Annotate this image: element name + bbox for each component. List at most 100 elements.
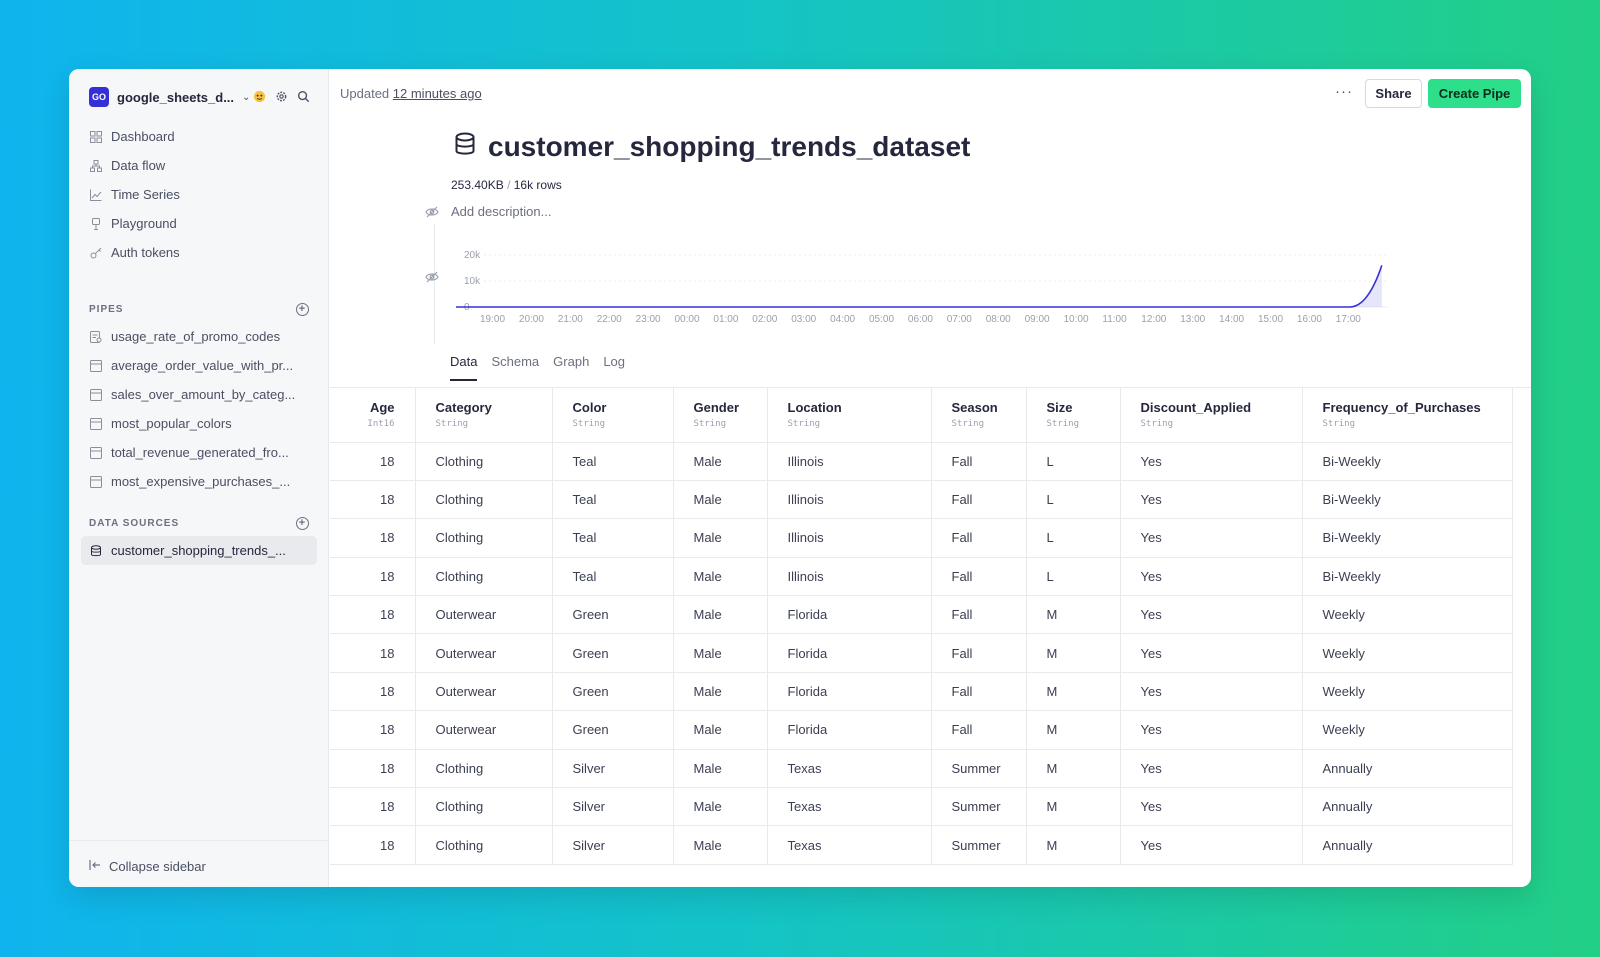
user-avatar-icon[interactable] [251, 88, 267, 104]
table-row[interactable]: 18 Outerwear Green Male Florida Fall M Yes Weekl… [330, 672, 1513, 712]
table-cell: Male [673, 749, 768, 789]
column-name: Age [369, 400, 395, 415]
workspace-switcher[interactable]: GO google_sheets_d... ⌄ [89, 86, 317, 108]
table-header-row: Age Int16 Category String Color String Gender S… [330, 388, 1513, 443]
table-cell: Yes [1120, 749, 1303, 789]
eye-off-icon[interactable] [425, 205, 439, 223]
data-sources-section-header: DATA SOURCES + [89, 515, 309, 531]
table-cell: Male [673, 825, 768, 865]
ingestion-chart: 20k10k019:00 20:00 21:00 22:00 23:00 00:00 01:… [456, 250, 1388, 325]
table-cell: Yes [1120, 518, 1303, 558]
search-icon[interactable] [295, 88, 311, 104]
column-header[interactable]: Frequency_of_Purchases String [1302, 388, 1513, 443]
table-cell: Yes [1120, 710, 1303, 750]
add-data-source-icon[interactable]: + [296, 516, 309, 530]
tab-schema[interactable]: Schema [491, 354, 539, 381]
nav-item-dashboard[interactable]: Dashboard [81, 122, 317, 151]
table-row[interactable]: 18 Clothing Teal Male Illinois Fall L Yes Bi-Wee… [330, 442, 1513, 481]
table-cell: Teal [552, 518, 674, 558]
table-row[interactable]: 18 Clothing Silver Male Texas Summer M Yes Annua… [330, 825, 1513, 865]
data-table-container[interactable]: Age Int16 Category String Color String Gender S… [330, 388, 1521, 887]
column-header[interactable]: Location String [767, 388, 932, 443]
column-header[interactable]: Category String [415, 388, 553, 443]
pipe-item[interactable]: sales_over_amount_by_categ... [81, 380, 317, 409]
x-tick-label: 05:00 [869, 314, 894, 325]
column-header[interactable]: Age Int16 [330, 388, 416, 443]
table-cell: Outerwear [415, 595, 553, 635]
updated-status: Updated 12 minutes ago [340, 86, 482, 101]
table-cell: Outerwear [415, 710, 553, 750]
table-cell: Green [552, 595, 674, 635]
chevron-down-icon[interactable]: ⌄ [242, 92, 250, 103]
column-header[interactable]: Gender String [673, 388, 768, 443]
pipe-label: sales_over_amount_by_categ... [111, 387, 296, 402]
table-row[interactable]: 18 Clothing Teal Male Illinois Fall L Yes Bi-Wee… [330, 557, 1513, 597]
x-tick-label: 01:00 [713, 314, 738, 325]
table-cell: Clothing [415, 480, 553, 520]
tab-data[interactable]: Data [450, 354, 478, 381]
table-row[interactable]: 18 Outerwear Green Male Florida Fall M Yes Weekl… [330, 633, 1513, 673]
x-tick-label: 11:00 [1102, 314, 1127, 325]
x-tick-label: 14:00 [1219, 314, 1244, 325]
table-cell: Texas [767, 787, 932, 827]
eye-off-icon[interactable] [425, 270, 439, 288]
main-nav: Dashboard Data flow Time Series Playgrou… [81, 122, 317, 267]
database-icon [89, 544, 103, 558]
table-row[interactable]: 18 Clothing Silver Male Texas Summer M Yes Annua… [330, 749, 1513, 789]
dataset-size: 253.40KB [451, 178, 504, 192]
updated-time-link[interactable]: 12 minutes ago [393, 86, 482, 101]
nav-item-auth-tokens[interactable]: Auth tokens [81, 238, 317, 267]
page-title: customer_shopping_trends_dataset [454, 131, 970, 163]
table-cell: Yes [1120, 633, 1303, 673]
table-row[interactable]: 18 Outerwear Green Male Florida Fall M Yes Weekl… [330, 710, 1513, 750]
pipe-item[interactable]: usage_rate_of_promo_codes [81, 322, 317, 351]
dataset-title: customer_shopping_trends_dataset [488, 131, 971, 162]
x-tick-label: 12:00 [1141, 314, 1166, 325]
add-pipe-icon[interactable]: + [296, 302, 309, 316]
table-row[interactable]: 18 Outerwear Green Male Florida Fall M Yes Weekl… [330, 595, 1513, 635]
dataset-rows: 16k rows [513, 178, 562, 192]
x-tick-label: 06:00 [908, 314, 933, 325]
x-tick-label: 00:00 [675, 314, 700, 325]
table-cell: Texas [767, 825, 932, 865]
column-header[interactable]: Size String [1026, 388, 1121, 443]
table-cell: 18 [330, 442, 416, 481]
y-tick-label: 20k [464, 250, 481, 261]
share-button[interactable]: Share [1365, 79, 1422, 108]
nav-item-data-flow[interactable]: Data flow [81, 151, 317, 180]
column-header[interactable]: Color String [552, 388, 674, 443]
table-cell: Bi-Weekly [1302, 518, 1513, 558]
pipe-item[interactable]: most_expensive_purchases_... [81, 467, 317, 496]
table-cell: 18 [330, 480, 416, 520]
pipe-label: most_expensive_purchases_... [111, 474, 291, 489]
create-pipe-button[interactable]: Create Pipe [1428, 79, 1521, 108]
meta-separator: / [507, 178, 511, 192]
table-cell: Teal [552, 442, 674, 481]
column-header[interactable]: Discount_Applied String [1120, 388, 1303, 443]
nav-item-time-series[interactable]: Time Series [81, 180, 317, 209]
table-cell: L [1026, 480, 1121, 520]
pipe-item[interactable]: most_popular_colors [81, 409, 317, 438]
gear-icon[interactable] [273, 88, 289, 104]
tab-graph[interactable]: Graph [553, 354, 589, 381]
data-source-item[interactable]: customer_shopping_trends_... [81, 536, 317, 565]
table-cell: Clothing [415, 518, 553, 558]
table-cell: M [1026, 825, 1121, 865]
tab-log[interactable]: Log [603, 354, 625, 381]
data-table: Age Int16 Category String Color String Gender S… [330, 388, 1513, 865]
x-tick-label: 04:00 [830, 314, 855, 325]
add-description-field[interactable]: Add description... [451, 204, 551, 219]
pipe-item[interactable]: total_revenue_generated_fro... [81, 438, 317, 467]
table-cell: Fall [931, 672, 1027, 712]
table-row[interactable]: 18 Clothing Teal Male Illinois Fall L Yes Bi-Wee… [330, 480, 1513, 520]
series-line [456, 265, 1383, 308]
column-header[interactable]: Season String [931, 388, 1027, 443]
nav-item-playground[interactable]: Playground [81, 209, 317, 238]
table-cell: Clothing [415, 787, 553, 827]
table-row[interactable]: 18 Clothing Silver Male Texas Summer M Yes Annua… [330, 787, 1513, 827]
pipe-item[interactable]: average_order_value_with_pr... [81, 351, 317, 380]
more-options-icon[interactable]: ··· [1335, 83, 1353, 100]
app-window: GO google_sheets_d... ⌄ Dashboard Data f… [69, 69, 1531, 887]
table-row[interactable]: 18 Clothing Teal Male Illinois Fall L Yes Bi-Wee… [330, 518, 1513, 558]
collapse-sidebar-button[interactable]: Collapse sidebar [89, 859, 206, 874]
